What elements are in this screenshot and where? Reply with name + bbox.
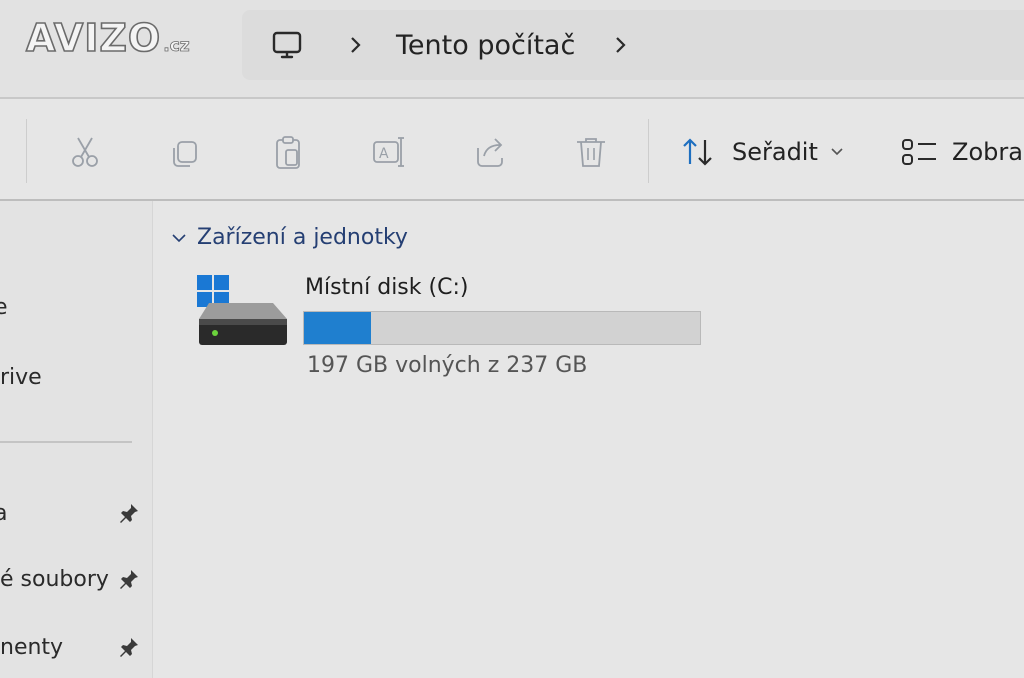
view-button[interactable]: Zobra — [900, 136, 1023, 168]
drive-usage-bar — [303, 311, 701, 345]
avizo-watermark: AVIZO .cz — [25, 15, 190, 61]
svg-text:A: A — [379, 146, 389, 162]
drive-tile-c[interactable]: Místní disk (C:) 197 GB volných z 237 GB — [197, 273, 717, 383]
sort-label: Seřadit — [732, 138, 818, 166]
monitor-icon[interactable] — [270, 28, 304, 62]
chevron-down-icon — [172, 233, 186, 242]
sidebar-divider — [0, 441, 132, 443]
toolbar-separator — [26, 119, 27, 183]
sort-arrows-icon — [683, 138, 712, 166]
pin-icon — [120, 570, 138, 589]
clipboard-icon[interactable] — [270, 134, 306, 170]
sidebar-item-onedrive[interactable]: rive — [0, 365, 42, 390]
chevron-right-icon[interactable] — [609, 34, 631, 56]
toolbar-separator — [648, 119, 649, 183]
sidebar-item-documents[interactable]: nenty — [0, 635, 63, 660]
pin-icon — [120, 638, 138, 657]
group-header-devices[interactable]: Zařízení a jednotky — [171, 225, 408, 250]
sidebar-item[interactable]: e — [0, 295, 8, 320]
scissors-icon[interactable] — [67, 134, 103, 170]
share-icon[interactable] — [472, 134, 508, 170]
content-area: Zařízení a jednotky Místní disk (C:) 197… — [153, 201, 1024, 678]
group-label: Zařízení a jednotky — [197, 225, 408, 250]
breadcrumb-this-pc[interactable]: Tento počítač — [396, 30, 575, 61]
command-bar — [0, 99, 1024, 199]
drive-name: Místní disk (C:) — [305, 275, 469, 300]
navigation-pane: e rive a é soubory nenty — [0, 201, 153, 678]
sidebar-item-pinned[interactable]: a — [0, 501, 7, 526]
windows-drive-icon — [197, 275, 287, 345]
sort-button[interactable]: Seřadit — [680, 136, 844, 168]
drive-usage-fill — [304, 312, 371, 344]
watermark-brand: AVIZO — [25, 15, 162, 61]
chevron-right-icon[interactable] — [344, 34, 366, 56]
drive-free-space: 197 GB volných z 237 GB — [307, 353, 588, 378]
trash-icon[interactable] — [573, 134, 609, 170]
view-label: Zobra — [952, 138, 1023, 166]
chevron-down-icon — [831, 148, 843, 156]
view-list-icon — [902, 139, 936, 165]
rename-icon[interactable]: A — [371, 134, 407, 170]
sidebar-item-recent-files[interactable]: é soubory — [0, 567, 109, 592]
pin-icon — [120, 504, 138, 523]
watermark-tld: .cz — [163, 36, 190, 57]
address-bar[interactable]: Tento počítač — [242, 10, 1024, 80]
copy-icon[interactable] — [168, 134, 204, 170]
